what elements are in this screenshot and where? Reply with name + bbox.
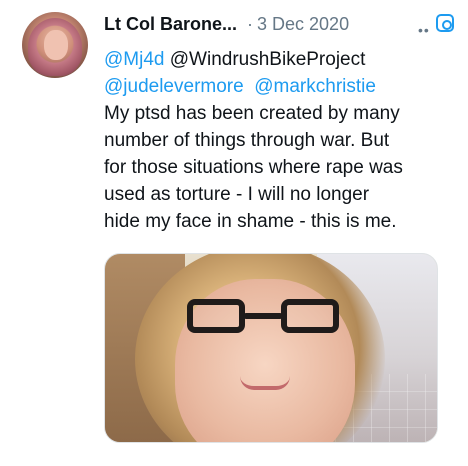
tweet-date[interactable]: 3 Dec 2020	[257, 14, 349, 35]
body-line-5: for those situations where rape was	[104, 157, 403, 178]
tweet-media-image[interactable]	[104, 253, 438, 443]
glasses-lens-right	[281, 299, 339, 333]
mention-markchristie[interactable]: @markchristie	[254, 76, 376, 97]
body-line-4: number of things through war. But	[104, 130, 390, 151]
more-icon[interactable]: ••	[418, 22, 430, 38]
author-display-name[interactable]: Lt Col Barone...	[104, 14, 237, 35]
avatar-face	[44, 30, 68, 60]
lens-icon[interactable]	[436, 14, 454, 32]
mention-windrushbikeproject[interactable]: @WindrushBikeProject	[164, 49, 366, 70]
body-line-6: used as torture - I will no longer	[104, 184, 370, 205]
tweet-body: @Mj4d @WindrushBikeProject @judelevermor…	[104, 46, 454, 235]
media-mouth	[240, 376, 290, 390]
body-line-7: hide my face in shame - this is me.	[104, 211, 397, 232]
body-line-1: @Mj4d @WindrushBikeProject	[104, 46, 454, 73]
glasses-lens-left	[187, 299, 245, 333]
body-line-3: My ptsd has been created by many	[104, 103, 400, 124]
mention-judelevermore[interactable]: @judelevermore	[104, 76, 244, 97]
body-line-2: @judelevermore @markchristie	[104, 73, 454, 100]
mention-mj4d[interactable]: @Mj4d	[104, 49, 164, 70]
tweet-header: Lt Col Barone... · 3 Dec 2020	[104, 12, 450, 36]
glasses-icon	[187, 299, 339, 339]
date-separator: ·	[247, 13, 254, 34]
avatar[interactable]	[22, 12, 88, 78]
tweet-actions: ••	[418, 14, 454, 38]
glasses-bridge	[243, 313, 283, 319]
